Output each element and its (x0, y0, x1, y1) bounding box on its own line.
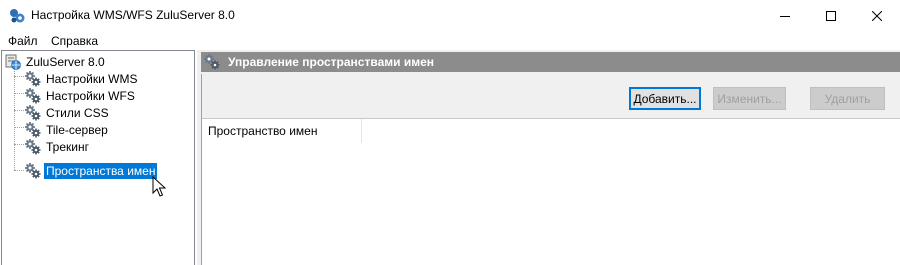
gears-icon (25, 70, 41, 87)
tree-item-tracking[interactable]: Трекинг (25, 138, 91, 155)
gears-icon (25, 104, 41, 121)
panel-header: Управление пространствами имен (201, 52, 900, 72)
tree-item-namespaces[interactable]: Пространства имен (25, 162, 158, 179)
tree-connector (14, 170, 24, 171)
tree-item-label: Пространства имен (44, 162, 158, 179)
tree-item-label: Tile-сервер (46, 122, 108, 137)
zulu-server-icon (10, 9, 25, 23)
gears-icon (204, 54, 220, 70)
tree-item-label: Настройки WFS (46, 88, 135, 103)
add-button[interactable]: Добавить... (629, 87, 701, 110)
menu-bar: Файл Справка (0, 31, 900, 50)
panel-title: Управление пространствами имен (228, 55, 435, 69)
settings-tree[interactable]: ZuluServer 8.0 Настройки WMS Настройки W… (1, 50, 195, 265)
gears-icon (25, 162, 41, 179)
tree-connector (14, 144, 24, 145)
tree-connector (14, 110, 24, 111)
tree-item-tile-server[interactable]: Tile-сервер (25, 121, 110, 138)
maximize-icon (826, 10, 836, 21)
tree-item-label: Трекинг (46, 139, 89, 154)
tree-item-wms[interactable]: Настройки WMS (25, 70, 140, 87)
delete-button[interactable]: Удалить (810, 87, 885, 110)
menu-file[interactable]: Файл (8, 34, 38, 48)
close-button[interactable] (854, 0, 900, 31)
menu-help[interactable]: Справка (51, 34, 98, 48)
close-icon (872, 10, 882, 21)
tree-connector (14, 127, 24, 128)
tree-connector (14, 76, 24, 77)
tree-root[interactable]: ZuluServer 8.0 (5, 53, 107, 70)
mouse-cursor-icon (152, 176, 166, 197)
namespace-list[interactable]: Пространство имен (202, 118, 900, 265)
maximize-button[interactable] (808, 0, 854, 31)
tree-item-css[interactable]: Стили CSS (25, 104, 111, 121)
gears-icon (25, 87, 41, 104)
tree-root-label: ZuluServer 8.0 (26, 54, 105, 69)
server-globe-icon (5, 54, 21, 70)
edit-button[interactable]: Изменить... (713, 87, 786, 110)
minimize-button[interactable] (762, 0, 808, 31)
tree-connector (14, 93, 24, 94)
window-title: Настройка WMS/WFS ZuluServer 8.0 (31, 8, 235, 22)
gears-icon (25, 121, 41, 138)
tree-item-wfs[interactable]: Настройки WFS (25, 87, 137, 104)
minimize-icon (780, 15, 790, 17)
tree-item-label: Настройки WMS (46, 71, 138, 86)
tree-connector (14, 68, 15, 170)
gears-icon (25, 138, 41, 155)
tree-item-label: Стили CSS (46, 105, 109, 120)
column-header-namespace[interactable]: Пространство имен (202, 119, 362, 143)
title-bar[interactable]: Настройка WMS/WFS ZuluServer 8.0 (0, 0, 900, 31)
